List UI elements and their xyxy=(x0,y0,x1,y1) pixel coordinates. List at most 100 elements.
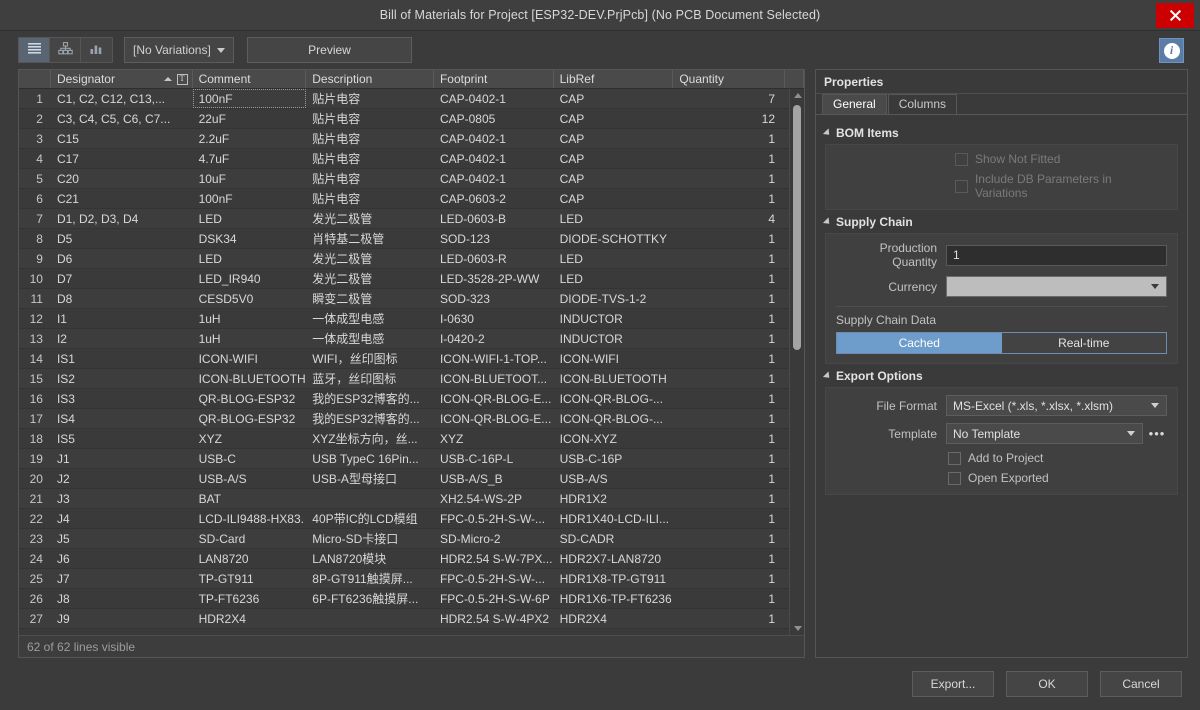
cell-quantity[interactable]: 1 xyxy=(673,269,785,288)
cell-rownum[interactable]: 23 xyxy=(19,529,51,548)
currency-dropdown[interactable] xyxy=(946,276,1167,297)
cell-designator[interactable]: IS2 xyxy=(51,369,193,388)
cell-comment[interactable]: 100nF xyxy=(193,189,307,208)
cell-designator[interactable]: I1 xyxy=(51,309,193,328)
cell-libref[interactable]: HDR2X4 xyxy=(554,609,674,628)
cell-rownum[interactable]: 5 xyxy=(19,169,51,188)
cell-description[interactable]: 贴片电容 xyxy=(306,129,434,148)
tab-columns[interactable]: Columns xyxy=(887,94,958,114)
table-row[interactable]: 4 C17 4.7uF 贴片电容 CAP-0402-1 CAP 1 xyxy=(19,149,804,169)
cell-description[interactable]: 贴片电容 xyxy=(306,109,434,128)
cancel-button[interactable]: Cancel xyxy=(1100,671,1182,697)
cell-description[interactable]: 发光二极管 xyxy=(306,249,434,268)
cell-libref[interactable]: ICON-XYZ xyxy=(554,429,674,448)
cell-rownum[interactable]: 18 xyxy=(19,429,51,448)
cell-footprint[interactable]: ICON-QR-BLOG-E... xyxy=(434,409,554,428)
table-row[interactable]: 7 D1, D2, D3, D4 LED 发光二极管 LED-0603-B LED 4 xyxy=(19,209,804,229)
cell-footprint[interactable]: I-0630 xyxy=(434,309,554,328)
cell-rownum[interactable]: 2 xyxy=(19,109,51,128)
table-row[interactable]: 5 C20 10uF 贴片电容 CAP-0402-1 CAP 1 xyxy=(19,169,804,189)
cell-rownum[interactable]: 27 xyxy=(19,609,51,628)
column-header-footprint[interactable]: Footprint xyxy=(434,70,554,88)
cell-footprint[interactable]: FPC-0.5-2H-S-W-6P xyxy=(434,589,554,608)
table-row[interactable]: 11 D8 CESD5V0 瞬变二极管 SOD-323 DIODE-TVS-1-2 1 xyxy=(19,289,804,309)
column-header-description[interactable]: Description xyxy=(306,70,434,88)
cell-description[interactable]: LAN8720模块 xyxy=(306,549,434,568)
cell-comment[interactable]: DSK34 xyxy=(193,229,307,248)
cell-rownum[interactable]: 22 xyxy=(19,509,51,528)
section-supply-chain-header[interactable]: Supply Chain xyxy=(822,215,1178,229)
cell-libref[interactable]: DIODE-SCHOTTKY xyxy=(554,229,674,248)
cell-designator[interactable]: IS4 xyxy=(51,409,193,428)
table-row[interactable]: 17 IS4 QR-BLOG-ESP32 我的ESP32博客的... ICON-QR-B… xyxy=(19,409,804,429)
cell-footprint[interactable]: ICON-QR-BLOG-E... xyxy=(434,389,554,408)
table-row[interactable]: 22 J4 LCD-ILI9488-HX83... 40P带IC的LCD模组 FPC-0… xyxy=(19,509,804,529)
cell-libref[interactable]: LED xyxy=(554,209,674,228)
cell-footprint[interactable]: SD-Micro-2 xyxy=(434,529,554,548)
toggle-cached[interactable]: Cached xyxy=(837,333,1002,353)
tab-general[interactable]: General xyxy=(822,94,887,114)
cell-comment[interactable]: LED_IR940 xyxy=(193,269,307,288)
cell-designator[interactable]: D5 xyxy=(51,229,193,248)
cell-footprint[interactable]: SOD-123 xyxy=(434,229,554,248)
cell-quantity[interactable]: 1 xyxy=(673,489,785,508)
cell-description[interactable]: USB-A型母接口 xyxy=(306,469,434,488)
cell-designator[interactable]: D1, D2, D3, D4 xyxy=(51,209,193,228)
cell-footprint[interactable]: I-0420-2 xyxy=(434,329,554,348)
cell-quantity[interactable]: 1 xyxy=(673,309,785,328)
cell-footprint[interactable]: ICON-WIFI-1-TOP... xyxy=(434,349,554,368)
cell-designator[interactable]: J9 xyxy=(51,609,193,628)
cell-quantity[interactable]: 1 xyxy=(673,389,785,408)
cell-comment[interactable]: 10uF xyxy=(193,169,307,188)
cell-footprint[interactable]: CAP-0402-1 xyxy=(434,169,554,188)
cell-comment[interactable]: 1uH xyxy=(193,329,307,348)
cell-comment[interactable]: 2.2uF xyxy=(193,129,307,148)
cell-libref[interactable]: INDUCTOR xyxy=(554,329,674,348)
cell-footprint[interactable]: FPC-0.5-2H-S-W-... xyxy=(434,569,554,588)
cell-description[interactable]: 贴片电容 xyxy=(306,149,434,168)
cell-libref[interactable]: HDR1X2 xyxy=(554,489,674,508)
cell-description[interactable]: 贴片电容 xyxy=(306,89,434,108)
info-icon[interactable]: i xyxy=(1159,38,1184,63)
table-row[interactable]: 27 J9 HDR2X4 HDR2.54 S-W-4PX2 HDR2X4 1 xyxy=(19,609,804,629)
cell-quantity[interactable]: 7 xyxy=(673,89,785,108)
table-row[interactable]: 9 D6 LED 发光二极管 LED-0603-R LED 1 xyxy=(19,249,804,269)
cell-rownum[interactable]: 24 xyxy=(19,549,51,568)
cell-designator[interactable]: J6 xyxy=(51,549,193,568)
cell-libref[interactable]: CAP xyxy=(554,109,674,128)
section-bom-items-header[interactable]: BOM Items xyxy=(822,126,1178,140)
cell-rownum[interactable]: 6 xyxy=(19,189,51,208)
cell-description[interactable]: 我的ESP32博客的... xyxy=(306,409,434,428)
table-row[interactable]: 23 J5 SD-Card Micro-SD卡接口 SD-Micro-2 SD-CADR 1 xyxy=(19,529,804,549)
cell-rownum[interactable]: 10 xyxy=(19,269,51,288)
cell-libref[interactable]: DIODE-TVS-1-2 xyxy=(554,289,674,308)
cell-quantity[interactable]: 1 xyxy=(673,169,785,188)
cell-quantity[interactable]: 1 xyxy=(673,129,785,148)
cell-description[interactable]: 一体成型电感 xyxy=(306,329,434,348)
table-row[interactable]: 20 J2 USB-A/S USB-A型母接口 USB-A/S_B USB-A/S 1 xyxy=(19,469,804,489)
preview-button[interactable]: Preview xyxy=(247,37,412,63)
cell-comment[interactable]: 1uH xyxy=(193,309,307,328)
table-row[interactable]: 26 J8 TP-FT6236 6P-FT6236触摸屏... FPC-0.5-2H-S… xyxy=(19,589,804,609)
cell-libref[interactable]: ICON-BLUETOOTH xyxy=(554,369,674,388)
cell-rownum[interactable]: 4 xyxy=(19,149,51,168)
cell-comment[interactable]: 100nF xyxy=(192,89,307,108)
add-to-project-row[interactable]: Add to Project xyxy=(836,451,1167,465)
cell-description[interactable]: XYZ坐标方向，丝... xyxy=(306,429,434,448)
add-to-project-checkbox[interactable] xyxy=(948,451,961,465)
cell-designator[interactable]: IS5 xyxy=(51,429,193,448)
cell-libref[interactable]: HDR1X40-LCD-ILI... xyxy=(554,509,674,528)
cell-comment[interactable]: ICON-BLUETOOTH xyxy=(193,369,307,388)
cell-designator[interactable]: D7 xyxy=(51,269,193,288)
table-row[interactable]: 1 C1, C2, C12, C13,... 100nF 贴片电容 CAP-0402-1… xyxy=(19,89,804,109)
cell-designator[interactable]: J5 xyxy=(51,529,193,548)
cell-comment[interactable]: QR-BLOG-ESP32 xyxy=(193,409,307,428)
file-format-dropdown[interactable]: MS-Excel (*.xls, *.xlsx, *.xlsm) xyxy=(946,395,1167,416)
cell-libref[interactable]: USB-A/S xyxy=(554,469,674,488)
table-row[interactable]: 13 I2 1uH 一体成型电感 I-0420-2 INDUCTOR 1 xyxy=(19,329,804,349)
cell-libref[interactable]: LED xyxy=(554,269,674,288)
cell-footprint[interactable]: USB-A/S_B xyxy=(434,469,554,488)
table-row[interactable]: 19 J1 USB-C USB TypeC 16Pin... USB-C-16P-L US… xyxy=(19,449,804,469)
cell-description[interactable]: 瞬变二极管 xyxy=(306,289,434,308)
cell-comment[interactable]: USB-C xyxy=(193,449,307,468)
